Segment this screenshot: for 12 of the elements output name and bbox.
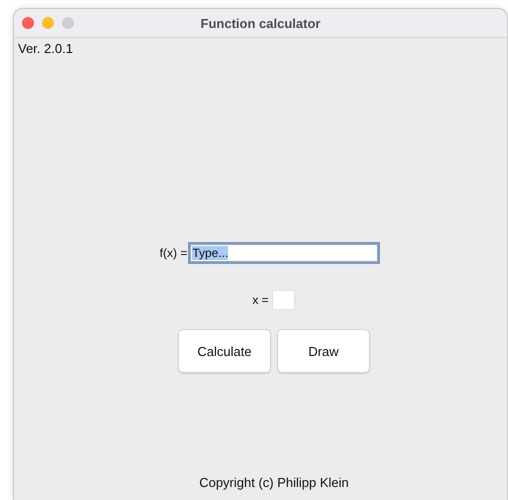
x-input-field[interactable] [272, 290, 295, 310]
x-label: x = [252, 293, 269, 307]
function-label: f(x) = [160, 246, 188, 260]
close-button[interactable] [22, 17, 34, 29]
calculate-button[interactable]: Calculate [178, 329, 271, 373]
minimize-button[interactable] [42, 17, 54, 29]
zoom-button[interactable] [62, 17, 74, 29]
window-title: Function calculator [200, 16, 320, 30]
version-label: Ver. 2.0.1 [18, 41, 73, 56]
copyright-text: Copyright (c) Philipp Klein [199, 475, 349, 490]
function-input-field[interactable]: Type... [190, 244, 378, 262]
draw-button[interactable]: Draw [277, 329, 370, 373]
